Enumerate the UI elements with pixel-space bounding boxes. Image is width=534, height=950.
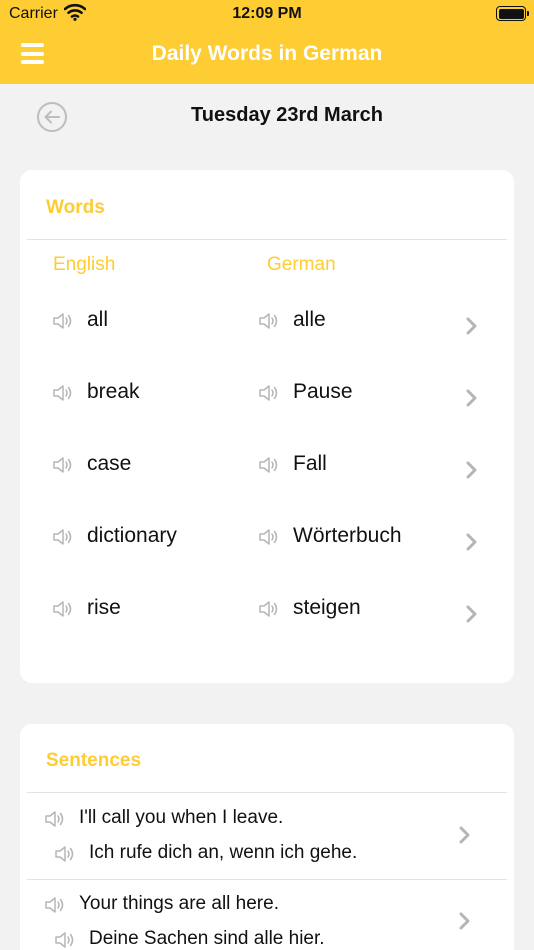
german-sentence: Deine Sachen sind alle hier. [89,928,325,949]
word-row[interactable]: dictionary Wörterbuch [20,506,514,570]
german-word: Pause [293,380,353,403]
english-word: break [87,380,140,403]
words-section-title: Words [46,197,105,218]
chevron-right-icon[interactable] [465,532,479,552]
german-sentence: Ich rufe dich an, wenn ich gehe. [89,842,358,863]
english-word: all [87,308,109,331]
nav-bar: Daily Words in German [0,30,534,84]
column-header-german: German [267,254,336,275]
column-header-english: English [53,254,116,275]
word-row[interactable]: rise steigen [20,578,514,642]
divider [27,879,507,880]
app-title: Daily Words in German [151,42,383,65]
german-word: Fall [293,452,327,475]
sentence-row[interactable]: Your things are all here. Deine Sachen si… [20,879,514,950]
speaker-icon[interactable] [52,456,74,474]
chevron-right-icon[interactable] [465,460,479,480]
speaker-icon[interactable] [258,312,280,330]
chevron-right-icon[interactable] [458,825,472,845]
german-word: Wörterbuch [293,524,402,547]
date-title: Tuesday 23rd March [191,104,383,126]
chevron-right-icon[interactable] [465,316,479,336]
speaker-icon[interactable] [258,600,280,618]
english-word: dictionary [87,524,177,547]
speaker-icon[interactable] [44,896,66,914]
speaker-icon[interactable] [52,528,74,546]
status-bar: Carrier 12:09 PM [0,0,534,30]
chevron-right-icon[interactable] [458,911,472,931]
english-sentence: I'll call you when I leave. [79,807,284,828]
sentences-card: Sentences I'll call you when I leave. Ich… [20,724,514,950]
word-row[interactable]: break Pause [20,362,514,426]
words-card: Words English German all alle break Pause ca… [20,170,514,683]
speaker-icon[interactable] [52,600,74,618]
german-word: alle [293,308,326,331]
speaker-icon[interactable] [54,931,76,949]
sentences-section-title: Sentences [46,750,142,771]
speaker-icon[interactable] [258,384,280,402]
divider [27,239,507,240]
english-word: case [87,452,132,475]
speaker-icon[interactable] [52,312,74,330]
german-word: steigen [293,596,361,619]
word-row[interactable]: all alle [20,290,514,354]
chevron-right-icon[interactable] [465,388,479,408]
english-word: rise [87,596,121,619]
speaker-icon[interactable] [258,528,280,546]
status-time: 12:09 PM [232,5,302,22]
sentence-row[interactable]: I'll call you when I leave. Ich rufe dich… [20,793,514,879]
word-row[interactable]: case Fall [20,434,514,498]
speaker-icon[interactable] [44,810,66,828]
english-sentence: Your things are all here. [79,893,279,914]
battery-icon [496,6,529,21]
speaker-icon[interactable] [54,845,76,863]
speaker-icon[interactable] [258,456,280,474]
speaker-icon[interactable] [52,384,74,402]
chevron-right-icon[interactable] [465,604,479,624]
